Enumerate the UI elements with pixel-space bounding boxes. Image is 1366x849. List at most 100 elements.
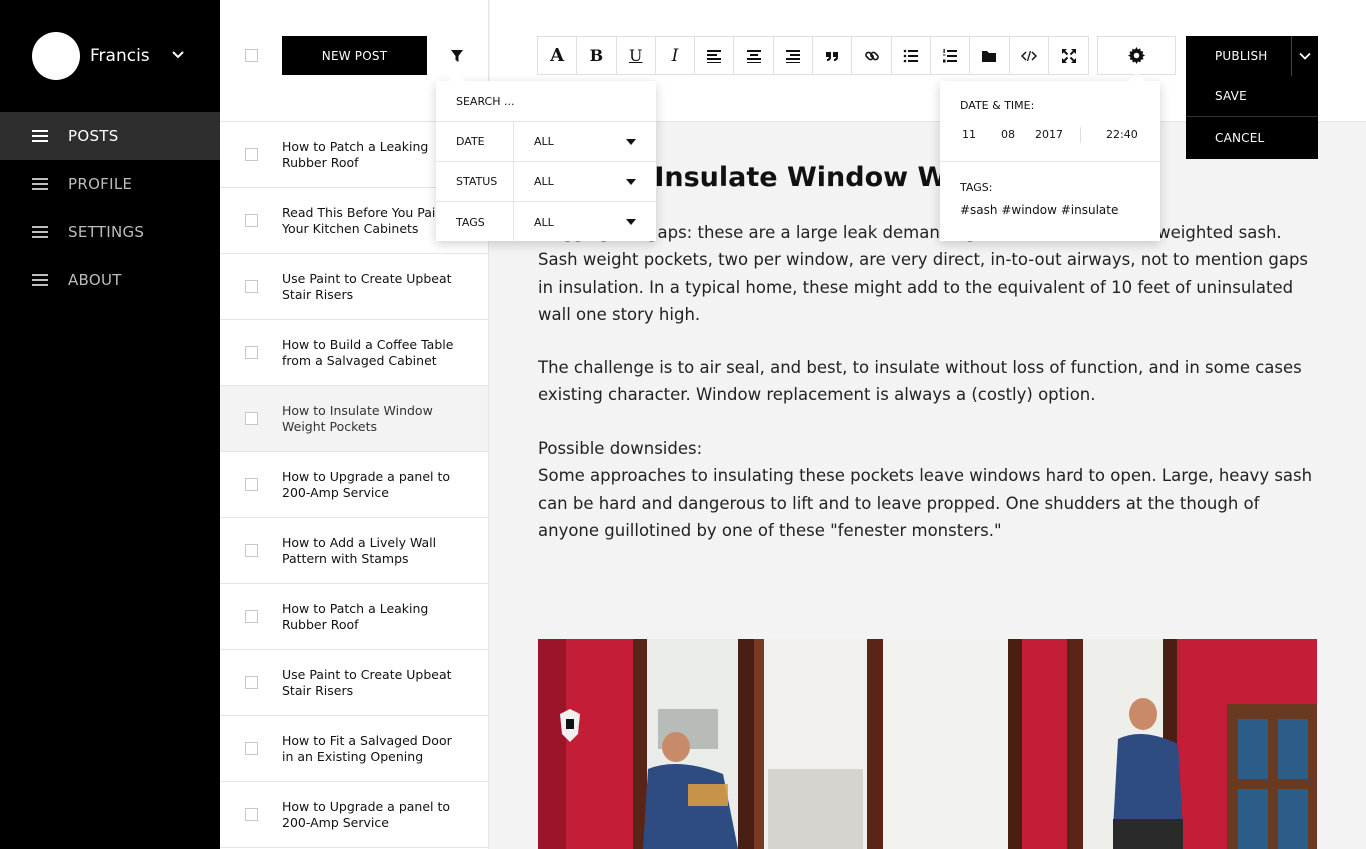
filter-search-input[interactable]: SEARCH ...: [436, 81, 656, 122]
align-center-icon[interactable]: [734, 37, 774, 74]
user-menu[interactable]: Francis: [32, 32, 150, 80]
new-post-button[interactable]: NEW POST: [282, 36, 427, 75]
nav-label: POSTS: [68, 127, 119, 145]
formatting-toolbar: A B U I: [537, 36, 1090, 75]
filter-icon[interactable]: [450, 49, 464, 63]
post-list-item[interactable]: How to Add a Lively Wall Pattern with St…: [220, 518, 488, 584]
post-checkbox[interactable]: [245, 808, 258, 821]
post-checkbox[interactable]: [245, 148, 258, 161]
year-field[interactable]: 2017: [1035, 128, 1063, 141]
article-paragraph[interactable]: Possible downsides: Some approaches to i…: [538, 435, 1323, 544]
datetime-label: DATE & TIME:: [960, 99, 1035, 112]
filter-row-date: DATE ALL: [436, 121, 656, 162]
datetime-separator: [1080, 127, 1081, 143]
menu-lines-icon: [32, 178, 48, 190]
link-icon[interactable]: [852, 37, 892, 74]
folder-icon[interactable]: [970, 37, 1010, 74]
post-list-item[interactable]: How to Patch a Leaking Rubber Roof: [220, 584, 488, 650]
main-nav: POSTS PROFILE SETTINGS ABOUT: [0, 112, 220, 304]
chevron-down-icon[interactable]: [171, 48, 185, 62]
gear-icon: [1128, 47, 1145, 64]
post-list-item[interactable]: How to Upgrade a panel to 200-Amp Servic…: [220, 782, 488, 848]
post-title[interactable]: Use Paint to Create Upbeat Stair Risers: [282, 271, 467, 303]
nav-item-profile[interactable]: PROFILE: [0, 160, 220, 208]
nav-item-posts[interactable]: POSTS: [0, 112, 220, 160]
caret-down-icon[interactable]: [626, 179, 636, 185]
fullscreen-icon[interactable]: [1049, 37, 1088, 74]
font-icon[interactable]: A: [538, 37, 578, 74]
filter-label: STATUS: [436, 161, 514, 202]
publish-button[interactable]: PUBLISH: [1186, 36, 1291, 76]
article-paragraph[interactable]: The challenge is to air seal, and best, …: [538, 354, 1323, 409]
post-title[interactable]: How to Patch a Leaking Rubber Roof: [282, 601, 467, 633]
user-name[interactable]: Francis: [90, 46, 150, 66]
nav-label: ABOUT: [68, 271, 122, 289]
cancel-menu-item[interactable]: CANCEL: [1186, 117, 1318, 158]
post-list-item[interactable]: How to Insulate Window Weight Pockets: [220, 386, 488, 452]
menu-lines-icon: [32, 130, 48, 142]
post-title[interactable]: How to Add a Lively Wall Pattern with St…: [282, 535, 467, 567]
caret-down-icon[interactable]: [626, 139, 636, 145]
settings-button[interactable]: [1097, 36, 1176, 75]
post-checkbox[interactable]: [245, 742, 258, 755]
filter-label: DATE: [436, 121, 514, 162]
code-icon[interactable]: [1010, 37, 1049, 74]
filter-popover: SEARCH ... DATE ALL STATUS ALL TAGS ALL: [436, 81, 656, 242]
post-checkbox[interactable]: [245, 214, 258, 227]
article-paragraph-text: Some approaches to insulating these pock…: [538, 466, 1313, 540]
menu-lines-icon: [32, 226, 48, 238]
nav-item-settings[interactable]: SETTINGS: [0, 208, 220, 256]
article-image[interactable]: [538, 639, 1317, 849]
day-field[interactable]: 11: [962, 128, 976, 141]
post-title[interactable]: How to Build a Coffee Table from a Salva…: [282, 337, 467, 369]
month-field[interactable]: 08: [1001, 128, 1015, 141]
filter-row-status: STATUS ALL: [436, 161, 656, 202]
post-title[interactable]: How to Insulate Window Weight Pockets: [282, 403, 467, 435]
workers-window-photo: [538, 639, 1317, 849]
post-checkbox[interactable]: [245, 346, 258, 359]
nav-label: PROFILE: [68, 175, 133, 193]
post-list-item[interactable]: Use Paint to Create Upbeat Stair Risers: [220, 650, 488, 716]
post-checkbox[interactable]: [245, 412, 258, 425]
bold-icon[interactable]: B: [577, 37, 617, 74]
post-checkbox[interactable]: [245, 676, 258, 689]
tags-label: TAGS:: [960, 181, 993, 194]
post-list-item[interactable]: How to Upgrade a panel to 200-Amp Servic…: [220, 452, 488, 518]
post-checkbox[interactable]: [245, 280, 258, 293]
publish-menu: SAVE CANCEL: [1186, 76, 1318, 159]
post-title[interactable]: How to Upgrade a panel to 200-Amp Servic…: [282, 469, 467, 501]
post-list-item[interactable]: How to Build a Coffee Table from a Salva…: [220, 320, 488, 386]
nav-label: SETTINGS: [68, 223, 145, 241]
bulleted-list-icon[interactable]: [892, 37, 931, 74]
post-checkbox[interactable]: [245, 610, 258, 623]
publish-dropdown-toggle[interactable]: [1291, 36, 1318, 76]
time-field[interactable]: 22:40: [1106, 128, 1138, 141]
underline-icon[interactable]: U: [617, 37, 656, 74]
save-menu-item[interactable]: SAVE: [1186, 76, 1318, 117]
quote-icon[interactable]: [813, 37, 853, 74]
nav-item-about[interactable]: ABOUT: [0, 256, 220, 304]
sidebar: Francis POSTS PROFILE SETTINGS ABOUT: [0, 0, 220, 849]
divider: [940, 161, 1160, 162]
post-title[interactable]: How to Upgrade a panel to 200-Amp Servic…: [282, 799, 467, 831]
post-title[interactable]: How to Fit a Salvaged Door in an Existin…: [282, 733, 467, 765]
avatar[interactable]: [32, 32, 80, 80]
filter-row-tags: TAGS ALL: [436, 202, 656, 242]
post-list-item[interactable]: How to Fit a Salvaged Door in an Existin…: [220, 716, 488, 782]
caret-down-icon[interactable]: [626, 219, 636, 225]
post-list-item[interactable]: Use Paint to Create Upbeat Stair Risers: [220, 254, 488, 320]
post-title[interactable]: Use Paint to Create Upbeat Stair Risers: [282, 667, 467, 699]
italic-icon[interactable]: I: [656, 37, 696, 74]
select-all-checkbox[interactable]: [245, 49, 258, 62]
align-left-icon[interactable]: [695, 37, 735, 74]
tags-field[interactable]: #sash #window #insulate: [960, 203, 1118, 217]
post-checkbox[interactable]: [245, 478, 258, 491]
numbered-list-icon[interactable]: [931, 37, 971, 74]
chevron-down-icon: [1299, 52, 1311, 60]
post-checkbox[interactable]: [245, 544, 258, 557]
article-title[interactable]: How to Insulate Window Weight Pockets: [538, 162, 1338, 193]
align-right-icon[interactable]: [774, 37, 814, 74]
filter-label: TAGS: [436, 202, 514, 242]
article-subheading: Possible downsides:: [538, 439, 703, 458]
menu-lines-icon: [32, 274, 48, 286]
